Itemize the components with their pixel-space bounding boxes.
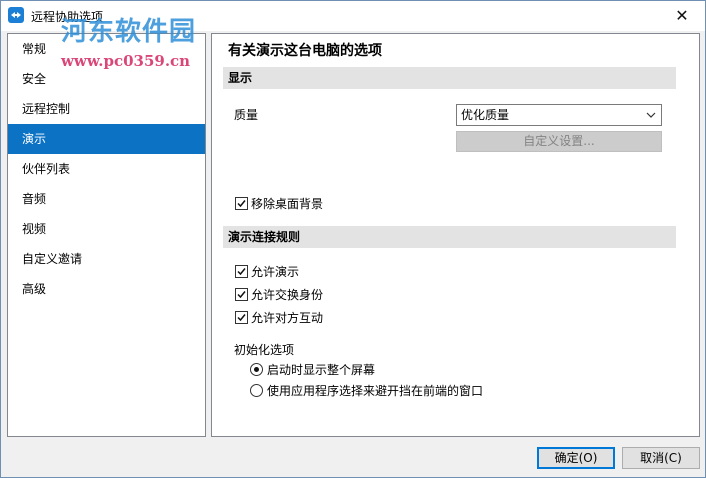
- app-selection-radio[interactable]: 使用应用程序选择来避开挡在前端的窗口: [250, 382, 483, 399]
- allow-presentation-label: 允许演示: [251, 265, 300, 279]
- sidebar-item-general[interactable]: 常规: [8, 34, 205, 64]
- allow-role-swap-label: 允许交换身份: [251, 288, 324, 302]
- sidebar-item-custom-invite[interactable]: 自定义邀请: [8, 244, 205, 274]
- cancel-button[interactable]: 取消(C): [622, 447, 700, 469]
- checkmark-icon: [235, 288, 248, 301]
- sidebar-item-presentation[interactable]: 演示: [8, 124, 205, 154]
- show-full-screen-radio[interactable]: 启动时显示整个屏幕: [250, 361, 375, 378]
- chevron-down-icon: [646, 105, 656, 132]
- sidebar-item-video[interactable]: 视频: [8, 214, 205, 244]
- options-panel: 有关演示这台电脑的选项 显示 质量 优化质量 自定义设置... 移除桌面背景 演…: [211, 33, 700, 437]
- sidebar-item-security[interactable]: 安全: [8, 64, 205, 94]
- app-selection-label: 使用应用程序选择来避开挡在前端的窗口: [267, 384, 484, 398]
- remove-wallpaper-label: 移除桌面背景: [251, 197, 324, 211]
- allow-interaction-checkbox[interactable]: 允许对方互动: [235, 309, 323, 326]
- sidebar-item-partner-list[interactable]: 伙伴列表: [8, 154, 205, 184]
- radio-selected-icon: [250, 363, 263, 376]
- section-header-connection-rules: 演示连接规则: [223, 226, 676, 248]
- allow-presentation-checkbox[interactable]: 允许演示: [235, 263, 299, 280]
- init-options-label: 初始化选项: [234, 343, 295, 357]
- radio-unselected-icon: [250, 384, 263, 397]
- sidebar-item-advanced[interactable]: 高级: [8, 274, 205, 304]
- sidebar-item-audio[interactable]: 音频: [8, 184, 205, 214]
- checkmark-icon: [235, 311, 248, 324]
- checkmark-icon: [235, 265, 248, 278]
- allow-role-swap-checkbox[interactable]: 允许交换身份: [235, 286, 323, 303]
- window-title: 远程协助选项: [31, 10, 104, 24]
- quality-select[interactable]: 优化质量: [456, 104, 662, 126]
- custom-settings-button[interactable]: 自定义设置...: [456, 131, 662, 152]
- section-header-display: 显示: [223, 67, 676, 89]
- quality-label: 质量: [234, 108, 259, 122]
- show-full-screen-label: 启动时显示整个屏幕: [267, 363, 376, 377]
- options-dialog: 远程协助选项 ✕ 常规 安全 远程控制 演示 伙伴列表 音频 视频 自定义邀请 …: [0, 0, 706, 478]
- close-icon[interactable]: ✕: [659, 1, 705, 30]
- page-title: 有关演示这台电脑的选项: [228, 43, 382, 59]
- app-icon: [8, 7, 24, 23]
- checkmark-icon: [235, 197, 248, 210]
- allow-interaction-label: 允许对方互动: [251, 311, 324, 325]
- quality-select-value: 优化质量: [461, 108, 510, 122]
- ok-button[interactable]: 确定(O): [537, 447, 615, 469]
- title-bar: 远程协助选项 ✕: [1, 1, 705, 31]
- options-sidebar: 常规 安全 远程控制 演示 伙伴列表 音频 视频 自定义邀请 高级: [7, 33, 206, 437]
- sidebar-item-remote-control[interactable]: 远程控制: [8, 94, 205, 124]
- remove-wallpaper-checkbox[interactable]: 移除桌面背景: [235, 195, 323, 212]
